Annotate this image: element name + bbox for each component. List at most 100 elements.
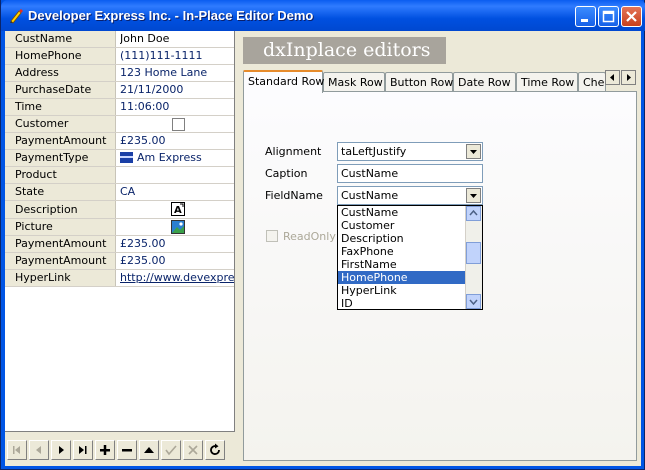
scroll-thumb[interactable] (466, 242, 481, 264)
app-icon (10, 9, 23, 24)
grid-row[interactable]: Description A (5, 201, 234, 219)
row-caption: HyperLink (5, 270, 116, 286)
grid-row[interactable]: PaymentType Am Express (5, 150, 234, 167)
fieldname-dropdown-list[interactable]: CustName Customer Description FaxPhone F… (337, 205, 483, 310)
grid-row[interactable]: HyperLink http://www.devexpre... (5, 270, 234, 287)
chevron-down-icon (469, 299, 478, 306)
edit-record-button[interactable] (139, 440, 159, 460)
grid-row[interactable]: PurchaseDate 21/11/2000 (5, 82, 234, 99)
list-item[interactable]: FirstName (338, 258, 482, 271)
minimize-icon (581, 19, 588, 22)
chevron-left-icon (610, 74, 614, 81)
close-button[interactable] (621, 6, 642, 27)
tab-check-row[interactable]: Chec (578, 72, 606, 92)
row-value[interactable]: 11:06:00 (120, 99, 234, 115)
row-caption: PaymentAmount (5, 133, 116, 149)
readonly-checkbox[interactable] (266, 230, 278, 242)
row-caption: Time (5, 99, 116, 115)
tab-time-row[interactable]: Time Row (516, 72, 578, 92)
row-caption: Product (5, 167, 116, 183)
row-value[interactable]: £235.00 (120, 236, 234, 252)
first-record-button[interactable] (7, 440, 27, 460)
cancel-record-button[interactable] (183, 440, 203, 460)
inplace-editor-grid: CustName John Doe HomePhone (111)111-111… (5, 31, 235, 432)
list-item[interactable]: Description (338, 232, 482, 245)
row-caption: Customer (5, 116, 116, 132)
grid-row[interactable]: Address 123 Home Lane (5, 65, 234, 82)
last-record-button[interactable] (73, 440, 93, 460)
customer-checkbox[interactable] (172, 118, 185, 131)
fieldname-combo[interactable]: CustName (337, 186, 483, 205)
alignment-value: taLeftJustify (341, 145, 407, 158)
row-value[interactable] (120, 219, 234, 235)
row-value-editor[interactable]: John Doe (120, 31, 234, 47)
first-icon (13, 446, 20, 454)
list-item-selected[interactable]: HomePhone (338, 271, 482, 284)
grid-row[interactable]: Customer (5, 116, 234, 133)
row-value[interactable]: (111)111-1111 (120, 48, 234, 64)
row-value[interactable] (120, 167, 234, 183)
next-record-button[interactable] (51, 440, 71, 460)
insert-record-button[interactable] (95, 440, 115, 460)
list-item[interactable]: FaxPhone (338, 245, 482, 258)
row-value[interactable]: 21/11/2000 (120, 82, 234, 98)
row-value[interactable]: £235.00 (120, 253, 234, 269)
row-value[interactable]: Am Express (120, 150, 234, 166)
readonly-label: ReadOnly (283, 230, 336, 243)
grid-row[interactable]: Picture (5, 219, 234, 236)
grid-row[interactable]: PaymentAmount £235.00 (5, 133, 234, 150)
fieldname-label: FieldName (265, 189, 323, 202)
delete-record-button[interactable] (117, 440, 137, 460)
tab-scroll-left-button[interactable] (605, 70, 620, 85)
alignment-combo[interactable]: taLeftJustify (337, 142, 483, 161)
scroll-down-button[interactable] (466, 294, 481, 309)
chevron-down-icon (470, 150, 477, 154)
scroll-up-button[interactable] (466, 206, 481, 221)
up-arrow-icon (144, 447, 154, 453)
client-area: CustName John Doe HomePhone (111)111-111… (5, 31, 641, 466)
grid-row[interactable]: PaymentAmount £235.00 (5, 253, 234, 270)
tab-scroll-right-button[interactable] (621, 70, 636, 85)
fieldname-dropdown-button[interactable] (466, 188, 481, 203)
row-value[interactable]: 123 Home Lane (120, 65, 234, 81)
grid-row[interactable]: PaymentAmount £235.00 (5, 236, 234, 253)
alignment-dropdown-button[interactable] (466, 144, 481, 159)
list-item[interactable]: Customer (338, 219, 482, 232)
hyperlink-value[interactable]: http://www.devexpre... (120, 270, 234, 286)
prior-record-button[interactable] (29, 440, 49, 460)
tab-standard-row[interactable]: Standard Row (243, 70, 324, 93)
row-caption: PaymentAmount (5, 253, 116, 269)
row-value[interactable]: A (120, 201, 234, 217)
refresh-button[interactable] (205, 440, 225, 460)
svg-text:A: A (174, 205, 182, 216)
row-value[interactable] (120, 116, 234, 132)
grid-row[interactable]: HomePhone (111)111-1111 (5, 48, 234, 65)
grid-row[interactable]: Product (5, 167, 234, 184)
picture-icon (171, 220, 185, 234)
tab-button-row[interactable]: Button Row (385, 72, 453, 92)
row-caption: Picture (5, 219, 116, 235)
payment-type-text: Am Express (137, 151, 202, 164)
close-icon (626, 11, 637, 22)
tab-mask-row[interactable]: Mask Row (323, 72, 385, 92)
list-item[interactable]: CustName (338, 206, 482, 219)
maximize-button[interactable] (598, 6, 619, 27)
minimize-button[interactable] (575, 6, 596, 27)
list-scrollbar[interactable] (465, 206, 482, 309)
title-bar[interactable]: Developer Express Inc. - In-Place Editor… (1, 0, 645, 31)
list-item[interactable]: ID (338, 297, 482, 309)
memo-icon: A (171, 202, 185, 216)
list-item[interactable]: HyperLink (338, 284, 482, 297)
grid-row[interactable]: CustName John Doe (5, 31, 234, 48)
chevron-up-icon (469, 209, 478, 216)
row-value[interactable]: £235.00 (120, 133, 234, 149)
caption-input[interactable]: CustName (337, 164, 483, 183)
tab-date-row[interactable]: Date Row (453, 72, 516, 92)
grid-row[interactable]: State CA (5, 184, 234, 201)
row-caption: PaymentType (5, 150, 116, 166)
grid-row[interactable]: Time 11:06:00 (5, 99, 234, 116)
row-value[interactable]: CA (120, 184, 234, 200)
minus-icon (122, 449, 132, 452)
post-record-button[interactable] (161, 440, 181, 460)
tab-bar: Standard Row Mask Row Button Row Date Ro… (243, 70, 637, 93)
